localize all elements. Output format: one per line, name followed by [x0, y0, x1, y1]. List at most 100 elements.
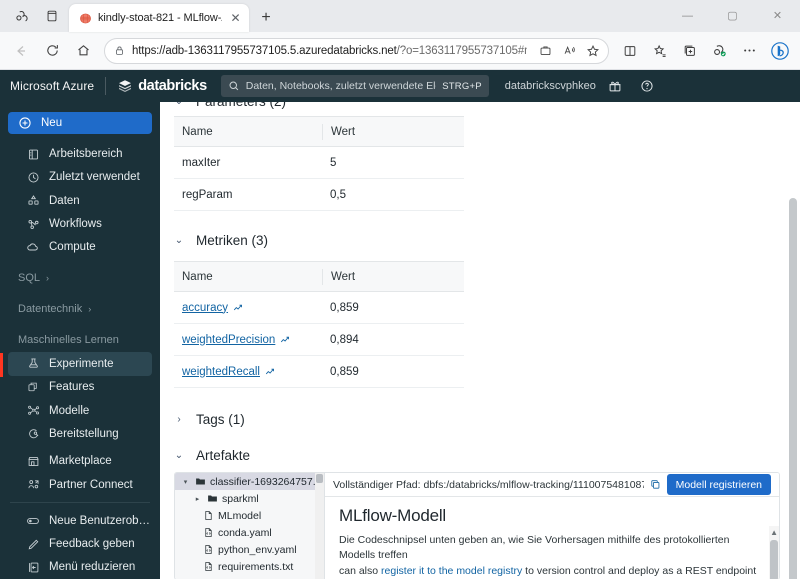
- sidebar-item-daten[interactable]: Daten: [8, 189, 152, 212]
- databricks-mark-icon: [117, 78, 133, 94]
- window-maximize-button[interactable]: ▢: [710, 0, 755, 31]
- browser-tab[interactable]: kindly-stoat-821 - MLflow-Ausfü ✕: [69, 4, 249, 32]
- new-button[interactable]: Neu: [8, 112, 152, 135]
- metric-name-cell: accuracy: [174, 302, 322, 314]
- reload-button[interactable]: [37, 36, 67, 66]
- azure-brand[interactable]: Microsoft Azure: [10, 79, 105, 93]
- metrics-section-header[interactable]: ⌄ Metriken (3): [168, 225, 782, 255]
- browser-essentials-icon[interactable]: [705, 37, 734, 65]
- metric-chart-icon[interactable]: [233, 302, 244, 313]
- tree-item-file[interactable]: conda.yaml: [175, 524, 324, 541]
- search-input[interactable]: Daten, Notebooks, zuletzt verwendete Ele…: [220, 75, 489, 97]
- sidebar-section-maschinelles-lernen: Maschinelles Lernen: [0, 327, 160, 352]
- sidebar-item-zuletzt-verwendet[interactable]: Zuletzt verwendet: [8, 166, 152, 189]
- tree-scrollbar[interactable]: [315, 473, 324, 579]
- chevron-down-icon: ⌄: [174, 234, 184, 246]
- gift-icon[interactable]: [602, 73, 628, 99]
- artifact-scrollbar-thumb[interactable]: [770, 540, 778, 579]
- twisty-down-icon[interactable]: ▾: [181, 478, 190, 486]
- sidebar-item-features[interactable]: Features: [8, 376, 152, 399]
- back-button[interactable]: [6, 36, 36, 66]
- tree-scrollbar-thumb[interactable]: [316, 474, 323, 483]
- metric-link[interactable]: accuracy: [182, 302, 228, 314]
- chevron-right-icon: ›: [177, 413, 181, 425]
- folder-icon: [206, 493, 218, 504]
- copilot-icon[interactable]: [765, 37, 794, 65]
- chevron-right-icon: ›: [46, 272, 50, 283]
- tree-item-label: sparkml: [222, 492, 259, 505]
- split-screen-icon[interactable]: [615, 37, 644, 65]
- tab-close-icon[interactable]: ✕: [228, 11, 243, 26]
- browser-window: kindly-stoat-821 - MLflow-Ausfü ✕ + — ▢ …: [0, 0, 800, 579]
- browser-titlebar: kindly-stoat-821 - MLflow-Ausfü ✕ + — ▢ …: [0, 0, 800, 32]
- sidebar-label: Menü reduzieren: [49, 561, 136, 574]
- tags-section-header[interactable]: › Tags (1): [168, 404, 782, 434]
- twisty-right-icon[interactable]: ▸: [193, 495, 202, 503]
- sidebar-item-bereitstellung[interactable]: Bereitstellung: [8, 422, 152, 445]
- metric-chart-icon[interactable]: [265, 366, 276, 377]
- tree-item-file[interactable]: python_env.yaml: [175, 541, 324, 558]
- parameter-name: maxIter: [182, 156, 221, 169]
- address-bar[interactable]: https://adb-1363117955737105.5.azuredata…: [104, 37, 609, 64]
- sidebar-item-feedback-geben[interactable]: Feedback geben: [8, 532, 152, 555]
- table-row: maxIter 5: [174, 147, 464, 179]
- favorites-icon[interactable]: [645, 37, 674, 65]
- sidebar-label: Features: [49, 381, 95, 394]
- artifacts-section-header[interactable]: ⌄ Artefakte: [168, 440, 782, 470]
- register-model-button[interactable]: Modell registrieren: [666, 474, 771, 496]
- pencil-icon: [26, 538, 40, 551]
- window-close-button[interactable]: ✕: [755, 0, 800, 31]
- help-icon[interactable]: [634, 73, 660, 99]
- read-aloud-icon[interactable]: [558, 40, 580, 62]
- parameters-table-header: Name Wert: [174, 117, 464, 147]
- sidebar-item-compute[interactable]: Compute: [8, 236, 152, 259]
- home-button[interactable]: [68, 36, 98, 66]
- collections-icon[interactable]: [675, 37, 704, 65]
- sidebar-section-label: SQL: [18, 271, 41, 284]
- artifact-detail-body: MLflow-Modell Die Codeschnipsel unten ge…: [325, 497, 779, 579]
- favorite-star-icon[interactable]: [582, 40, 604, 62]
- metric-chart-icon[interactable]: [280, 334, 291, 345]
- sidebar-item-arbeitsbereich[interactable]: Arbeitsbereich: [8, 142, 152, 165]
- parameters-section-header[interactable]: ⌄ Parameters (2): [168, 102, 782, 110]
- workspace-name[interactable]: databrickscvphkeo: [489, 80, 596, 92]
- scroll-up-arrow-icon[interactable]: ▲: [770, 528, 778, 537]
- sidebar-item-menu-reduzieren[interactable]: Menü reduzieren: [8, 556, 152, 579]
- sidebar-label: Zuletzt verwendet: [49, 171, 140, 184]
- artifact-detail-paragraph-1: Die Codeschnipsel unten geben an, wie Si…: [339, 534, 730, 562]
- sidebar-section-sql[interactable]: SQL ›: [0, 265, 160, 290]
- main-scrollbar[interactable]: [787, 102, 798, 579]
- tree-item-folder[interactable]: ▾ classifier-1693264757.4841: [175, 473, 324, 490]
- tab-actions-icon[interactable]: [8, 4, 36, 28]
- sidebar-item-workflows[interactable]: Workflows: [8, 212, 152, 235]
- metric-link[interactable]: weightedPrecision: [182, 334, 275, 346]
- settings-more-icon[interactable]: [735, 37, 764, 65]
- sidebar-item-modelle[interactable]: Modelle: [8, 399, 152, 422]
- omnibox-icons: [534, 40, 604, 62]
- sidebar-section-datentechnik[interactable]: Datentechnik ›: [0, 296, 160, 321]
- new-tab-button[interactable]: +: [253, 5, 279, 31]
- window-minimize-button[interactable]: —: [665, 0, 710, 31]
- sidebar-item-experimente[interactable]: Experimente: [0, 352, 152, 378]
- copy-icon[interactable]: [650, 479, 661, 490]
- main-scrollbar-thumb[interactable]: [789, 198, 797, 579]
- model-registry-link[interactable]: register it to the model registry: [381, 565, 522, 577]
- tree-item-file[interactable]: MLmodel: [175, 507, 324, 524]
- artifact-detail-scrollbar[interactable]: ▲: [769, 526, 779, 579]
- url-text: https://adb-1363117955737105.5.azuredata…: [132, 44, 527, 57]
- sidebar-item-neue-benutzeroberflaeche[interactable]: Neue Benutzeroberfläc…: [8, 509, 152, 532]
- tree-item-folder[interactable]: ▸ sparkml: [175, 490, 324, 507]
- artifact-file-tree[interactable]: ▾ classifier-1693264757.4841 ▸ sparkml: [175, 473, 325, 579]
- collections-briefcase-icon[interactable]: [534, 40, 556, 62]
- titlebar-left-icons: [0, 0, 66, 32]
- tab-title: kindly-stoat-821 - MLflow-Ausfü: [98, 12, 222, 24]
- toggle-icon: [26, 514, 40, 528]
- run-detail-panel: ⌄ Parameters (2) Name Wert maxIter 5 reg…: [160, 102, 800, 579]
- tab-search-icon[interactable]: [38, 4, 66, 28]
- databricks-logo[interactable]: databricks: [106, 78, 221, 94]
- metric-link[interactable]: weightedRecall: [182, 366, 260, 378]
- tree-item-file[interactable]: requirements.txt: [175, 558, 324, 575]
- tree-item-label: requirements.txt: [218, 560, 294, 573]
- sidebar-item-partner-connect[interactable]: Partner Connect: [8, 473, 152, 496]
- sidebar-item-marketplace[interactable]: Marketplace: [8, 450, 152, 473]
